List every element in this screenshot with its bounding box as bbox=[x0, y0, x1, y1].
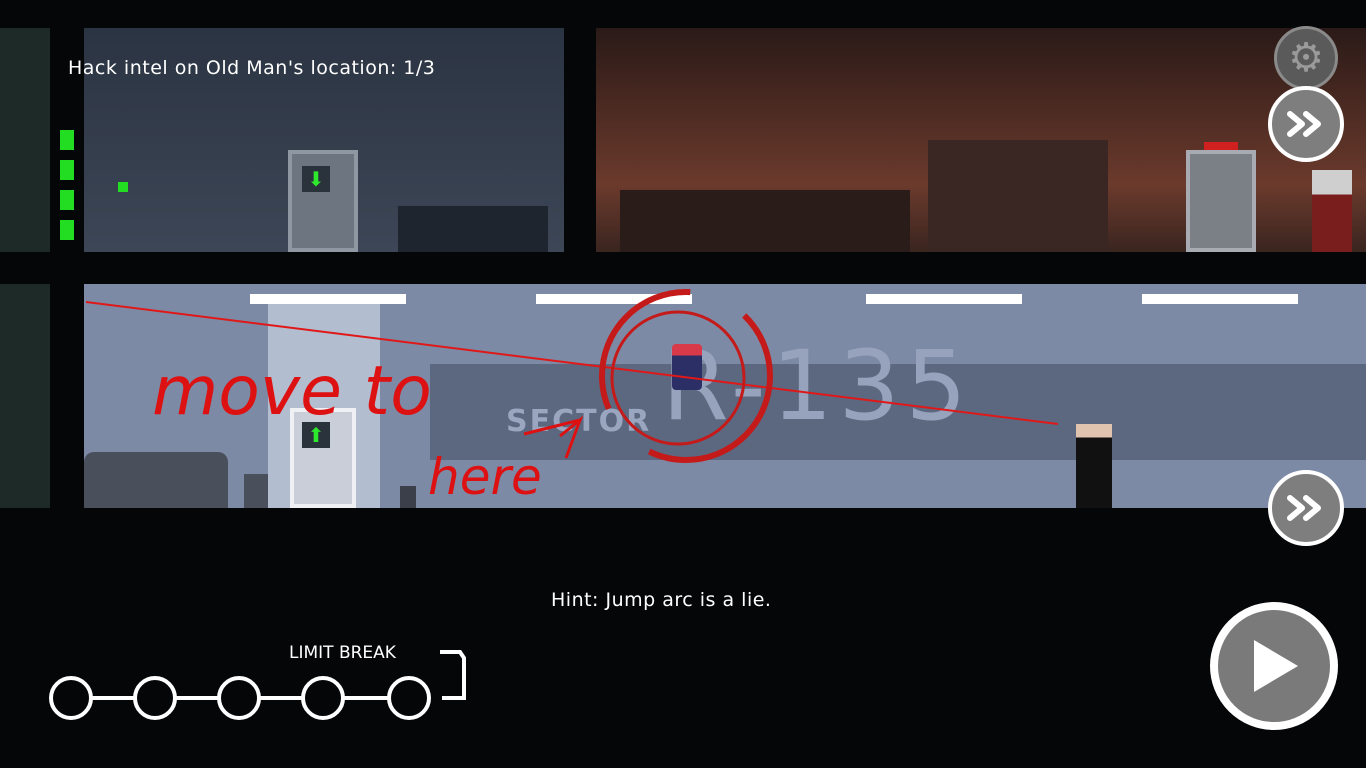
annotation-move-to: move to bbox=[152, 352, 432, 431]
game-viewport[interactable]: ⬇ SECTOR R-135 ⬆ move to here Hack intel… bbox=[0, 0, 1366, 768]
limit-break-node bbox=[301, 676, 345, 720]
target-reticle bbox=[610, 310, 746, 446]
limit-break-meter bbox=[49, 650, 466, 720]
limit-break-node bbox=[387, 676, 431, 720]
gear-icon: ⚙ bbox=[1288, 35, 1324, 81]
play-button[interactable] bbox=[1210, 602, 1338, 730]
annotation-here: here bbox=[428, 448, 542, 506]
fast-forward-icon bbox=[1287, 111, 1321, 137]
play-icon bbox=[1254, 640, 1298, 692]
objective-text: Hack intel on Old Man's location: 1/3 bbox=[68, 57, 436, 79]
limit-break-node bbox=[49, 676, 93, 720]
limit-break-node bbox=[133, 676, 177, 720]
limit-break-node bbox=[217, 676, 261, 720]
fast-forward-icon bbox=[1287, 495, 1321, 521]
hint-text: Hint: Jump arc is a lie. bbox=[551, 589, 772, 611]
fast-forward-button-top[interactable] bbox=[1268, 86, 1344, 162]
fast-forward-button-mid[interactable] bbox=[1268, 470, 1344, 546]
settings-button[interactable]: ⚙ bbox=[1274, 26, 1338, 90]
